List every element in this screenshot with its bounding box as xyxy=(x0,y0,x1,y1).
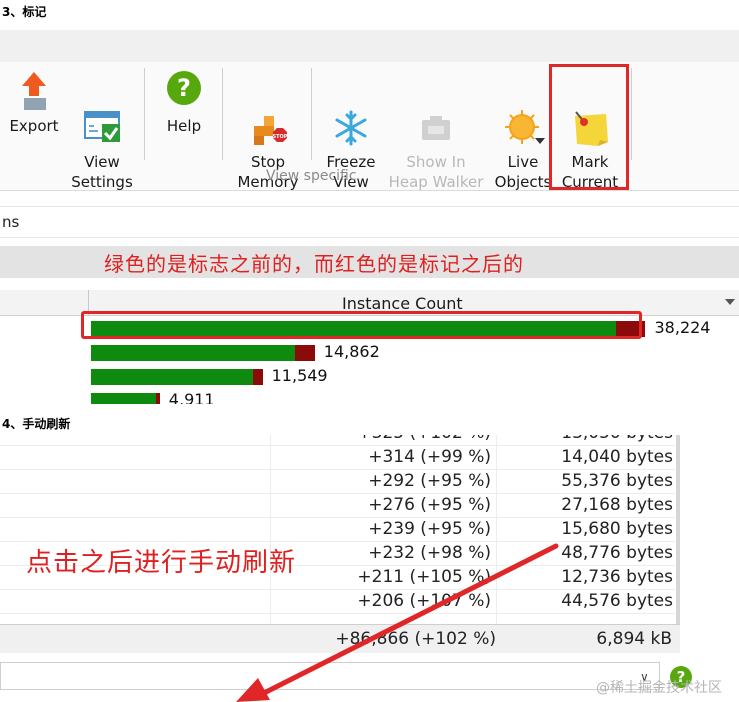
live-objects-label: Live Objects xyxy=(494,153,552,191)
view-settings-icon xyxy=(84,90,120,142)
mark-current-highlight xyxy=(549,64,629,190)
svg-text:?: ? xyxy=(177,74,191,102)
toolbar-separator xyxy=(222,68,223,160)
export-label: Export xyxy=(9,117,59,135)
bar-highlight-box xyxy=(81,311,642,339)
live-objects-icon xyxy=(505,90,545,144)
column-divider xyxy=(270,435,271,625)
diff-cell: +211 (+105 %) xyxy=(357,567,491,587)
heap-walker-icon xyxy=(418,90,454,140)
section-break xyxy=(0,404,739,435)
table-row[interactable]: +276 (+95 %) 27,168 bytes xyxy=(0,493,675,518)
table-row[interactable]: +314 (+99 %) 14,040 bytes xyxy=(0,445,675,470)
live-objects-button[interactable]: Live Objects xyxy=(490,70,556,212)
total-diff: +86,866 (+102 %) xyxy=(335,629,496,649)
instance-count-label: 4,911 xyxy=(168,390,215,404)
sort-descending-icon[interactable] xyxy=(725,299,735,305)
table-row[interactable]: +239 (+95 %) 15,680 bytes xyxy=(0,517,675,542)
size-cell: 27,168 bytes xyxy=(561,495,673,515)
diff-cell: +292 (+95 %) xyxy=(368,471,491,491)
instance-count-label: 14,862 xyxy=(323,342,380,361)
size-cell: 48,776 bytes xyxy=(561,543,673,563)
bar-after-mark xyxy=(295,345,315,361)
size-cell: 14,040 bytes xyxy=(561,447,673,467)
diff-cell: +314 (+99 %) xyxy=(368,447,491,467)
total-size: 6,894 kB xyxy=(596,629,672,649)
bar-before-mark xyxy=(91,345,296,361)
toolbar-strip xyxy=(0,30,739,62)
help-icon: ? xyxy=(166,70,202,106)
bar-before-mark xyxy=(91,369,253,385)
size-cell: 44,576 bytes xyxy=(561,591,673,611)
diff-cell: +276 (+95 %) xyxy=(368,495,491,515)
column-divider xyxy=(496,435,497,625)
instance-count-label: 38,224 xyxy=(654,318,711,337)
vertical-scrollbar[interactable] xyxy=(676,435,680,625)
toolbar-separator xyxy=(144,68,145,160)
table-row[interactable]: +206 (+107 %) 44,576 bytes xyxy=(0,589,675,614)
bar-before-mark xyxy=(91,393,157,404)
view-selector-dropdown[interactable] xyxy=(0,662,660,690)
annotation-banner-text: 绿色的是标志之前的，而红色的是标记之后的 xyxy=(104,252,524,276)
size-cell: 15,680 bytes xyxy=(561,519,673,539)
filter-text: ns xyxy=(2,213,20,231)
view-settings-button[interactable]: View Settings xyxy=(66,70,138,212)
freeze-view-button[interactable]: Freeze View xyxy=(318,70,384,212)
filter-row[interactable]: ns xyxy=(0,206,739,238)
instance-count-label: 11,549 xyxy=(271,366,328,385)
show-in-heap-walker-label: Show In Heap Walker xyxy=(388,153,484,191)
help-button[interactable]: ? Help xyxy=(154,70,214,136)
snowflake-icon xyxy=(333,90,369,146)
size-cell: 13,050 bytes xyxy=(561,435,673,443)
refresh-annotation: 点击之后进行手动刷新 xyxy=(26,548,297,578)
bar-after-mark xyxy=(252,369,263,385)
help-label: Help xyxy=(166,117,202,135)
stop-memory-icon: STOP xyxy=(250,90,288,145)
section-heading-mark: 3、标记 xyxy=(2,5,47,19)
export-button[interactable]: Export xyxy=(4,70,64,136)
diff-cell: +232 (+98 %) xyxy=(368,543,491,563)
stop-memory-button[interactable]: STOP Stop Memory xyxy=(230,70,306,212)
svg-text:STOP: STOP xyxy=(273,134,288,140)
show-in-heap-walker-button[interactable]: Show In Heap Walker xyxy=(388,70,484,212)
toolbar-separator xyxy=(631,68,632,160)
diff-cell: +206 (+107 %) xyxy=(357,591,491,611)
size-cell: 12,736 bytes xyxy=(561,567,673,587)
table-row[interactable]: +292 (+95 %) 55,376 bytes xyxy=(0,469,675,494)
total-row: +86,866 (+102 %) 6,894 kB xyxy=(0,624,680,653)
export-icon xyxy=(16,70,52,110)
ribbon-group-label: View specific xyxy=(266,168,357,184)
watermark: @稀土掘金技术社区 xyxy=(596,680,722,696)
size-cell: 55,376 bytes xyxy=(561,471,673,491)
view-settings-label: View Settings xyxy=(71,153,133,191)
diff-table: +325 (+102 %) 13,050 bytes +314 (+99 %) 14,… xyxy=(0,435,680,630)
bar-after-mark xyxy=(156,393,160,404)
diff-cell: +325 (+102 %) xyxy=(357,435,491,443)
toolbar-separator xyxy=(311,68,312,160)
diff-cell: +239 (+95 %) xyxy=(368,519,491,539)
section-heading-refresh: 4、手动刷新 xyxy=(2,417,71,431)
